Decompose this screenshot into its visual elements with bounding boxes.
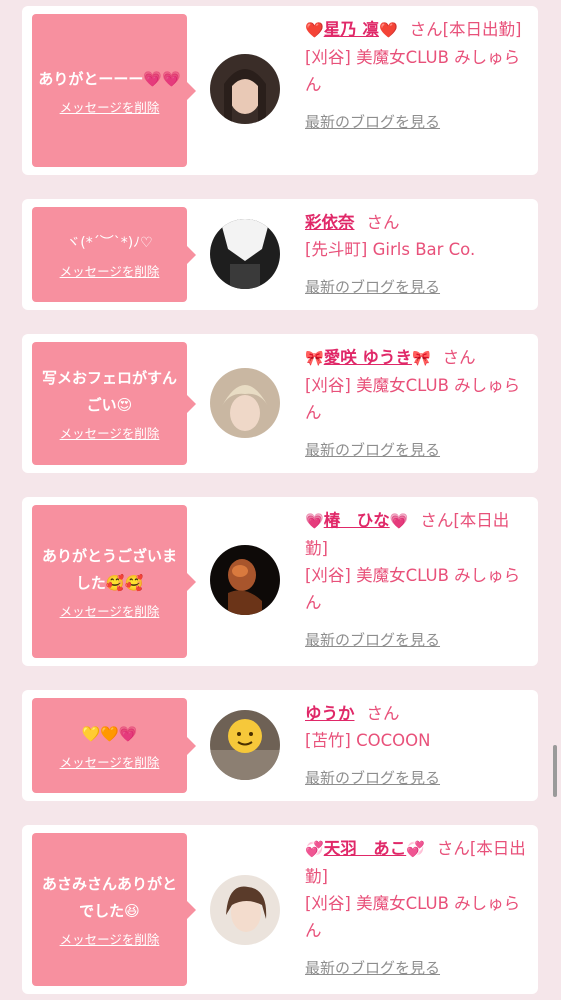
heart-icon: ❤️: [378, 21, 398, 39]
message-text: ありがとーーー💗💗: [38, 69, 181, 88]
blog-link[interactable]: 最新のブログを見る: [305, 955, 531, 982]
message-bubble: ヾ(*´︶`*)ﾉ♡ メッセージを削除: [32, 207, 196, 302]
cast-name-line: ゆうか さん: [305, 700, 531, 727]
honorific-status: さん[本日出勤]: [409, 20, 522, 39]
shop-name: [刈谷] 美魔女CLUB みしゅらん: [305, 376, 521, 422]
cast-name: 天羽 あこ: [323, 839, 407, 858]
avatar[interactable]: [210, 545, 280, 615]
message-text: ありがとうございました🥰🥰: [41, 547, 177, 592]
shop-name: [先斗町] Girls Bar Co.: [305, 240, 476, 259]
blog-link[interactable]: 最新のブログを見る: [305, 765, 531, 792]
message-bubble: ありがとうございました🥰🥰 メッセージを削除: [32, 505, 196, 658]
cast-name: 愛咲 ゆうき: [323, 348, 412, 367]
avatar[interactable]: [210, 368, 280, 438]
message-text: 💛🧡💗: [81, 724, 138, 743]
message-card: あさみさんありがとでした😆 メッセージを削除 💞天羽 あこ💞 さん[本日出勤] […: [22, 825, 538, 994]
message-text: ヾ(*´︶`*)ﾉ♡: [66, 234, 153, 251]
message-bubble: 写メおフェロがすんごい😍 メッセージを削除: [32, 342, 196, 465]
heart-icon: 💞: [305, 840, 324, 858]
cast-name-link[interactable]: 🎀愛咲 ゆうき🎀: [305, 348, 431, 367]
cast-name-link[interactable]: 💗椿 ひな💗: [305, 511, 408, 530]
heart-icon: 💗: [389, 512, 409, 530]
cast-info: 💗椿 ひな💗 さん[本日出勤] [刈谷] 美魔女CLUB みしゅらん 最新のブログ…: [305, 507, 531, 654]
honorific-status: さん: [442, 348, 476, 367]
message-card: ありがとーーー💗💗 メッセージを削除 ❤️星乃 凛❤️ さん[本日出勤] [刈谷]…: [22, 6, 538, 175]
cast-name-link[interactable]: ゆうか: [305, 704, 355, 723]
blog-link[interactable]: 最新のブログを見る: [305, 274, 531, 301]
message-bubble: ありがとーーー💗💗 メッセージを削除: [32, 14, 196, 167]
message-card: ありがとうございました🥰🥰 メッセージを削除 💗椿 ひな💗 さん[本日出勤] [刈…: [22, 497, 538, 666]
message-text: あさみさんありがとでした😆: [41, 875, 177, 920]
cast-name: 星乃 凛: [323, 20, 379, 39]
honorific-status: さん: [366, 704, 400, 723]
delete-message-link[interactable]: メッセージを削除: [60, 929, 160, 948]
avatar[interactable]: [210, 219, 280, 289]
cast-info: ゆうか さん [苫竹] COCOON 最新のブログを見る: [305, 700, 531, 792]
delete-message-link[interactable]: メッセージを削除: [60, 261, 160, 280]
honorific-status: さん: [366, 213, 400, 232]
blog-link[interactable]: 最新のブログを見る: [305, 109, 531, 136]
heart-icon: 💗: [305, 512, 324, 530]
avatar[interactable]: [210, 54, 280, 124]
cast-info: 🎀愛咲 ゆうき🎀 さん [刈谷] 美魔女CLUB みしゅらん 最新のブログを見る: [305, 344, 531, 464]
message-card: 写メおフェロがすんごい😍 メッセージを削除 🎀愛咲 ゆうき🎀 さん [刈谷] 美魔…: [22, 334, 538, 473]
avatar[interactable]: [210, 875, 280, 945]
shop-name: [刈谷] 美魔女CLUB みしゅらん: [305, 894, 521, 940]
delete-message-link[interactable]: メッセージを削除: [60, 752, 160, 771]
ribbon-icon: 🎀: [305, 349, 324, 367]
cast-info: 彩依奈 さん [先斗町] Girls Bar Co. 最新のブログを見る: [305, 209, 531, 301]
cast-info: 💞天羽 あこ💞 さん[本日出勤] [刈谷] 美魔女CLUB みしゅらん 最新のブロ…: [305, 835, 531, 982]
delete-message-link[interactable]: メッセージを削除: [60, 97, 160, 116]
cast-name-link[interactable]: ❤️星乃 凛❤️: [305, 20, 398, 39]
cast-name-line: 🎀愛咲 ゆうき🎀 さん: [305, 344, 531, 372]
message-text: 写メおフェロがすんごい😍: [41, 369, 177, 414]
heart-icon: 💞: [406, 840, 425, 858]
shop-name: [刈谷] 美魔女CLUB みしゅらん: [305, 566, 521, 612]
cast-name-line: 彩依奈 さん: [305, 209, 531, 236]
message-bubble: 💛🧡💗 メッセージを削除: [32, 698, 196, 793]
avatar[interactable]: [210, 710, 280, 780]
cast-name: 彩依奈: [305, 213, 355, 232]
message-card: ヾ(*´︶`*)ﾉ♡ メッセージを削除 彩依奈 さん [先斗町] Girls Ba…: [22, 199, 538, 310]
blog-link[interactable]: 最新のブログを見る: [305, 437, 531, 464]
shop-name: [刈谷] 美魔女CLUB みしゅらん: [305, 48, 521, 94]
blog-link[interactable]: 最新のブログを見る: [305, 627, 531, 654]
scrollbar[interactable]: [553, 745, 557, 797]
cast-name-link[interactable]: 彩依奈: [305, 213, 355, 232]
heart-icon: ❤️: [305, 21, 324, 39]
cast-name: 椿 ひな: [323, 511, 390, 530]
message-bubble: あさみさんありがとでした😆 メッセージを削除: [32, 833, 196, 986]
cast-name: ゆうか: [305, 704, 355, 723]
cast-name-line: ❤️星乃 凛❤️ さん[本日出勤]: [305, 16, 531, 44]
ribbon-icon: 🎀: [411, 349, 431, 367]
cast-name-line: 💗椿 ひな💗 さん[本日出勤]: [305, 507, 531, 562]
delete-message-link[interactable]: メッセージを削除: [60, 423, 160, 442]
delete-message-link[interactable]: メッセージを削除: [60, 601, 160, 620]
cast-name-link[interactable]: 💞天羽 あこ💞: [305, 839, 425, 858]
cast-name-line: 💞天羽 あこ💞 さん[本日出勤]: [305, 835, 531, 890]
message-card: 💛🧡💗 メッセージを削除 ゆうか さん [苫竹] COCOON 最新のブログを見る: [22, 690, 538, 801]
shop-name: [苫竹] COCOON: [305, 731, 431, 750]
cast-info: ❤️星乃 凛❤️ さん[本日出勤] [刈谷] 美魔女CLUB みしゅらん 最新のブ…: [305, 16, 531, 136]
